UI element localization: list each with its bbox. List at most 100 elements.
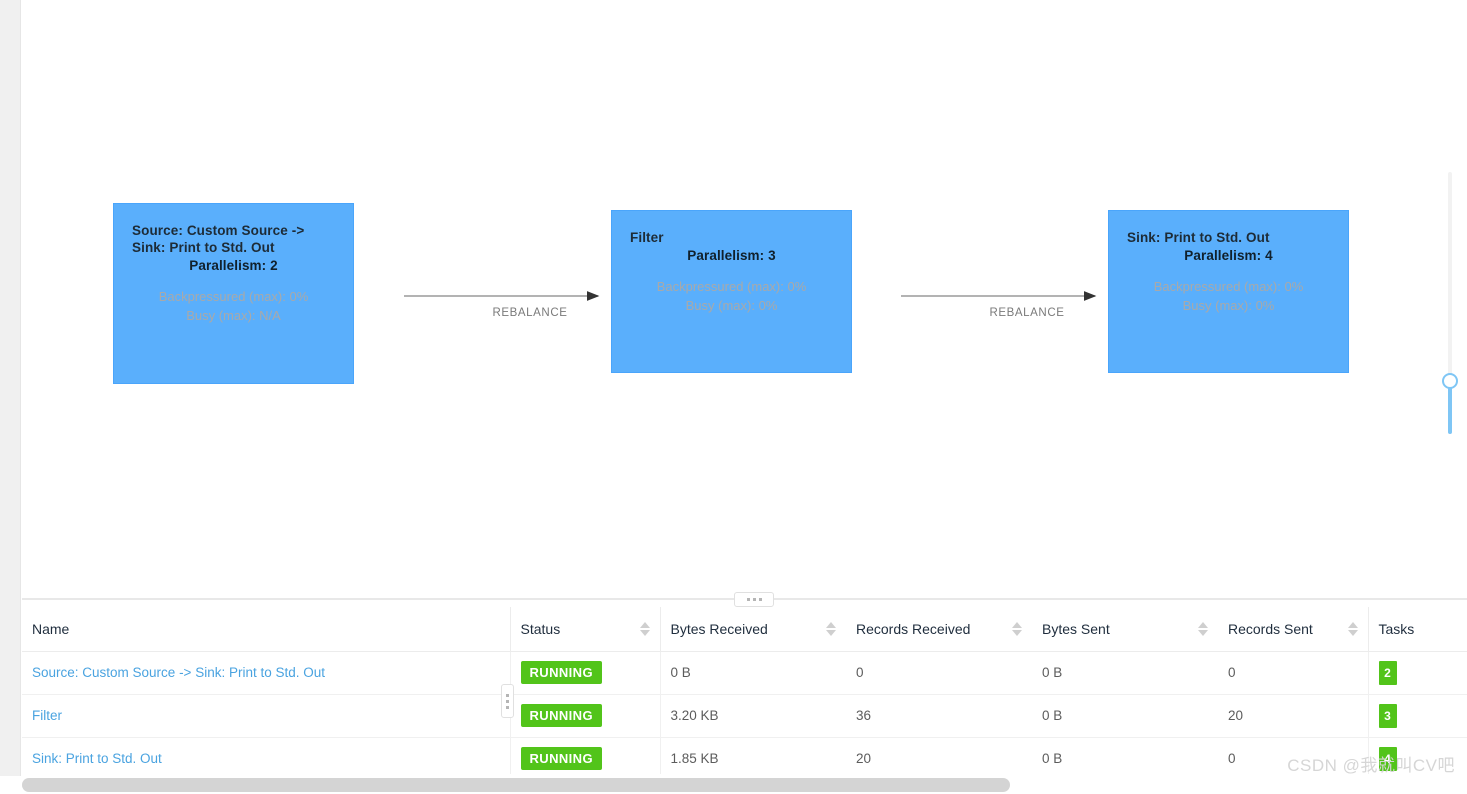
status-badge: RUNNING <box>520 661 602 684</box>
cell-status: RUNNING <box>509 694 660 738</box>
cell-records-received: 20 <box>846 737 1032 774</box>
vertices-table-pane: Name Status Bytes Received Records Recei… <box>22 607 1467 774</box>
cell-records-sent: 20 <box>1218 694 1368 738</box>
vertex-name-link[interactable]: Filter <box>32 708 62 723</box>
edge-label-source-to-filter: REBALANCE <box>492 307 568 319</box>
zoom-slider[interactable] <box>1437 168 1463 440</box>
zoom-slider-handle[interactable] <box>1442 373 1458 389</box>
graph-node-filter-busy: Busy (max): 0% <box>685 298 778 313</box>
column-header-status-label: Status <box>520 620 561 637</box>
cell-records-received: 36 <box>846 694 1032 738</box>
column-header-records-sent-label: Records Sent <box>1228 620 1313 637</box>
status-badge: RUNNING <box>520 747 602 770</box>
tasks-badge: 2 <box>1378 660 1397 685</box>
sort-toggle-bytes-sent-icon[interactable] <box>1198 621 1208 636</box>
column-header-name-label: Name <box>32 620 70 637</box>
caret-up-icon <box>639 621 650 628</box>
vertices-table-head: Name Status Bytes Received Records Recei… <box>22 607 1467 652</box>
caret-down-icon <box>1198 629 1208 636</box>
column-header-records-sent[interactable]: Records Sent <box>1218 607 1368 652</box>
graph-node-source-parallelism: Parallelism: 2 <box>189 258 278 273</box>
drag-dot-icon <box>758 598 762 601</box>
graph-node-sink[interactable]: Sink: Print to Std. Out Parallelism: 4 B… <box>1108 210 1349 373</box>
cell-name: Filter <box>22 694 510 738</box>
vertex-name-link[interactable]: Source: Custom Source -> Sink: Print to … <box>32 665 325 680</box>
drag-dot-icon <box>746 598 750 601</box>
caret-down-icon <box>1012 629 1022 636</box>
job-graph-canvas[interactable]: REBALANCE REBALANCE Source: Custom Sourc… <box>22 0 1467 598</box>
graph-node-sink-body: Sink: Print to Std. Out Parallelism: 4 B… <box>1109 211 1348 372</box>
caret-up-icon <box>1012 621 1022 628</box>
cell-bytes-sent: 0 B <box>1032 651 1218 695</box>
zoom-slider-fill <box>1448 382 1452 434</box>
horizontal-scrollbar[interactable] <box>0 776 1467 794</box>
cell-bytes-received: 1.85 KB <box>659 737 846 774</box>
column-header-bytes-sent-label: Bytes Sent <box>1042 620 1110 637</box>
drag-dot-icon <box>506 693 509 697</box>
sort-toggle-records-sent-icon[interactable] <box>1347 621 1358 636</box>
cell-tasks: 3 <box>1367 694 1467 738</box>
cell-tasks: 2 <box>1367 651 1467 695</box>
caret-up-icon <box>1198 621 1208 628</box>
cell-bytes-sent: 0 B <box>1032 737 1218 774</box>
graph-node-source-metrics: Backpressured (max): 0% Busy (max): N/A <box>132 287 335 325</box>
drag-dot-icon <box>506 699 509 703</box>
graph-node-source-title: Source: Custom Source -> Sink: Print to … <box>132 223 305 255</box>
vertical-splitter-handle[interactable] <box>501 684 514 718</box>
column-header-tasks[interactable]: Tasks <box>1367 607 1467 652</box>
drag-dot-icon <box>506 705 509 709</box>
cell-name: Source: Custom Source -> Sink: Print to … <box>22 651 510 695</box>
column-header-bytes-received[interactable]: Bytes Received <box>659 607 846 652</box>
graph-node-filter-body: Filter Parallelism: 3 Backpressured (max… <box>612 211 851 372</box>
tasks-badge: 3 <box>1378 703 1397 728</box>
graph-node-filter-title: Filter <box>630 230 664 245</box>
horizontal-splitter-handle[interactable] <box>734 592 774 607</box>
cell-records-received: 0 <box>846 651 1032 695</box>
table-row[interactable]: Source: Custom Source -> Sink: Print to … <box>22 651 1467 695</box>
column-header-status[interactable]: Status <box>509 607 660 652</box>
table-row[interactable]: Filter RUNNING 3.20 KB 36 0 B 20 3 <box>22 694 1467 738</box>
column-header-records-received-label: Records Received <box>856 620 971 637</box>
column-header-bytes-sent[interactable]: Bytes Sent <box>1032 607 1218 652</box>
cell-status: RUNNING <box>509 651 660 695</box>
vertices-table: Name Status Bytes Received Records Recei… <box>22 607 1467 774</box>
graph-node-filter-parallelism: Parallelism: 3 <box>687 248 776 263</box>
cell-status: RUNNING <box>509 737 660 774</box>
status-badge: RUNNING <box>520 704 602 727</box>
table-row[interactable]: Sink: Print to Std. Out RUNNING 1.85 KB … <box>22 737 1467 774</box>
graph-node-sink-parallelism: Parallelism: 4 <box>1184 248 1273 263</box>
graph-node-source[interactable]: Source: Custom Source -> Sink: Print to … <box>113 203 354 384</box>
left-gutter <box>0 0 21 794</box>
drag-dot-icon <box>752 598 756 601</box>
sort-toggle-status-icon[interactable] <box>639 621 650 636</box>
graph-node-filter[interactable]: Filter Parallelism: 3 Backpressured (max… <box>611 210 852 373</box>
cell-tasks: 4 <box>1367 737 1467 774</box>
graph-node-source-body: Source: Custom Source -> Sink: Print to … <box>114 204 353 383</box>
caret-up-icon <box>826 621 836 628</box>
cell-records-sent: 0 <box>1218 651 1368 695</box>
cell-bytes-received: 0 B <box>659 651 846 695</box>
caret-down-icon <box>826 629 836 636</box>
column-header-name[interactable]: Name <box>22 607 510 652</box>
graph-node-source-backpressured: Backpressured (max): 0% <box>158 289 309 304</box>
caret-down-icon <box>639 629 650 636</box>
vertices-table-body: Source: Custom Source -> Sink: Print to … <box>22 651 1467 774</box>
flink-job-graph-page: REBALANCE REBALANCE Source: Custom Sourc… <box>0 0 1467 794</box>
column-header-tasks-label: Tasks <box>1378 620 1415 637</box>
horizontal-scrollbar-thumb[interactable] <box>22 778 1010 792</box>
edge-label-filter-to-sink: REBALANCE <box>989 307 1065 319</box>
column-header-records-received[interactable]: Records Received <box>846 607 1032 652</box>
graph-node-sink-backpressured: Backpressured (max): 0% <box>1153 279 1304 294</box>
graph-node-sink-metrics: Backpressured (max): 0% Busy (max): 0% <box>1127 277 1330 315</box>
graph-node-source-busy: Busy (max): N/A <box>186 308 281 323</box>
sort-toggle-bytes-received-icon[interactable] <box>826 621 836 636</box>
vertices-table-header-row: Name Status Bytes Received Records Recei… <box>22 607 1467 652</box>
vertex-name-link[interactable]: Sink: Print to Std. Out <box>32 751 162 766</box>
cell-name: Sink: Print to Std. Out <box>22 737 510 774</box>
caret-up-icon <box>1347 621 1358 628</box>
cell-records-sent: 0 <box>1218 737 1368 774</box>
column-header-bytes-received-label: Bytes Received <box>670 620 768 637</box>
graph-node-sink-busy: Busy (max): 0% <box>1182 298 1275 313</box>
graph-node-filter-metrics: Backpressured (max): 0% Busy (max): 0% <box>630 277 833 315</box>
sort-toggle-records-received-icon[interactable] <box>1012 621 1022 636</box>
